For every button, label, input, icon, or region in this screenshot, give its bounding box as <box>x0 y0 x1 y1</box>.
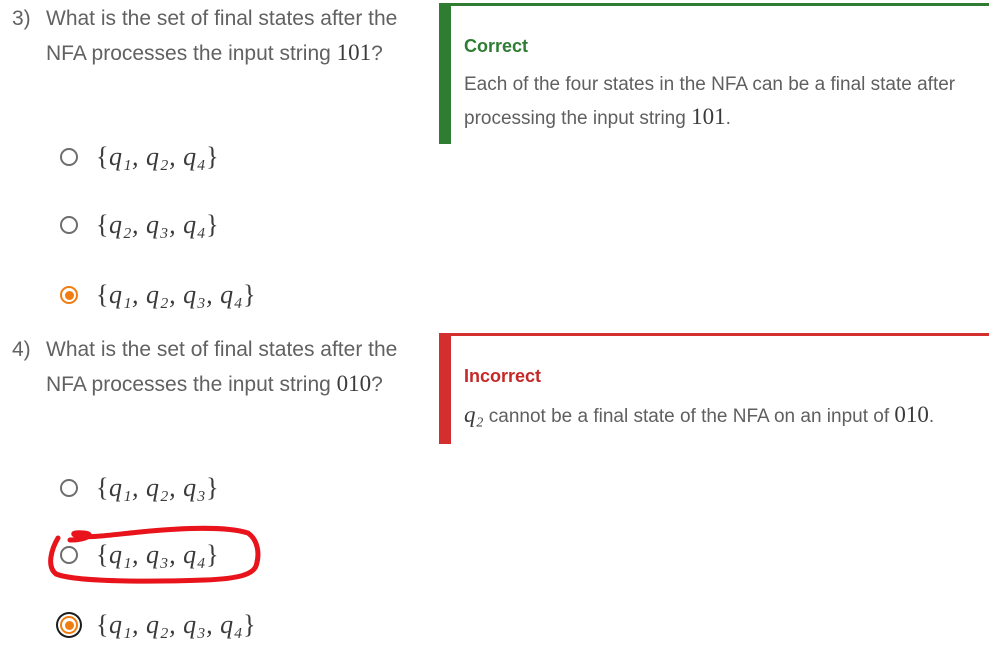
input-string-math: 101 <box>691 104 726 129</box>
radio-button[interactable] <box>60 546 78 564</box>
question-text-part: ? <box>371 373 383 396</box>
radio-button[interactable] <box>60 148 78 166</box>
option-label: {q₁, q₂, q₄} <box>96 142 220 171</box>
answer-option[interactable]: {q₁, q₂, q₃} <box>60 473 219 503</box>
feedback-incorrect-panel: Incorrect q₂ cannot be a final state of … <box>439 333 989 444</box>
feedback-status: Correct <box>464 36 529 56</box>
question-4: 4) What is the set of final states after… <box>12 333 412 402</box>
feedback-text-part: cannot be a final state of the NFA on an… <box>483 406 895 427</box>
option-label-set: q₁, q₂, q₃, q₄ <box>108 610 244 639</box>
option-label: {q₁, q₃, q₄} <box>96 540 220 569</box>
option-label-set: q₁, q₂, q₃ <box>108 473 207 502</box>
question-4-prompt: 4) What is the set of final states after… <box>12 333 412 402</box>
question-text-part: ? <box>371 42 383 65</box>
feedback-text-part: . <box>725 108 731 129</box>
option-label: {q₁, q₂, q₃, q₄} <box>96 610 257 639</box>
input-string-math: 101 <box>336 40 372 65</box>
answer-option[interactable]: {q₂, q₃, q₄} <box>60 210 219 240</box>
radio-button-selected[interactable] <box>60 286 78 304</box>
option-label: {q₂, q₃, q₄} <box>96 210 220 239</box>
question-3-prompt: 3) What is the set of final states after… <box>12 2 412 71</box>
question-number: 3) <box>12 7 31 30</box>
question-text: What is the set of final states after th… <box>46 2 401 71</box>
feedback-text-part: . <box>928 406 935 427</box>
radio-button[interactable] <box>60 216 78 234</box>
option-label-set: q₁, q₂, q₄ <box>108 142 207 171</box>
question-number: 4) <box>12 338 31 361</box>
feedback-correct-panel: Correct Each of the four states in the N… <box>439 3 989 144</box>
radio-button[interactable] <box>60 479 78 497</box>
answer-option[interactable]: {q₁, q₃, q₄} <box>60 540 219 570</box>
option-label: {q₁, q₂, q₃} <box>96 473 220 502</box>
input-string-math: 010 <box>894 402 929 427</box>
question-text: What is the set of final states after th… <box>46 333 401 402</box>
answer-option[interactable]: {q₁, q₂, q₄} <box>60 142 219 172</box>
state-math: q₂ <box>464 402 484 427</box>
feedback-body: Each of the four states in the NFA can b… <box>464 69 984 135</box>
option-label-set: q₂, q₃, q₄ <box>108 210 207 239</box>
option-label-set: q₁, q₂, q₃, q₄ <box>108 280 244 309</box>
radio-button-selected[interactable] <box>60 616 78 634</box>
option-label: {q₁, q₂, q₃, q₄} <box>96 280 257 309</box>
option-label-set: q₁, q₃, q₄ <box>108 540 207 569</box>
answer-option-selected[interactable]: {q₁, q₂, q₃, q₄} <box>60 280 256 310</box>
feedback-body: q₂ cannot be a final state of the NFA on… <box>464 399 984 433</box>
answer-option-selected[interactable]: {q₁, q₂, q₃, q₄} <box>60 610 256 640</box>
question-3: 3) What is the set of final states after… <box>12 2 412 71</box>
input-string-math: 010 <box>336 371 372 396</box>
feedback-status: Incorrect <box>464 366 542 386</box>
